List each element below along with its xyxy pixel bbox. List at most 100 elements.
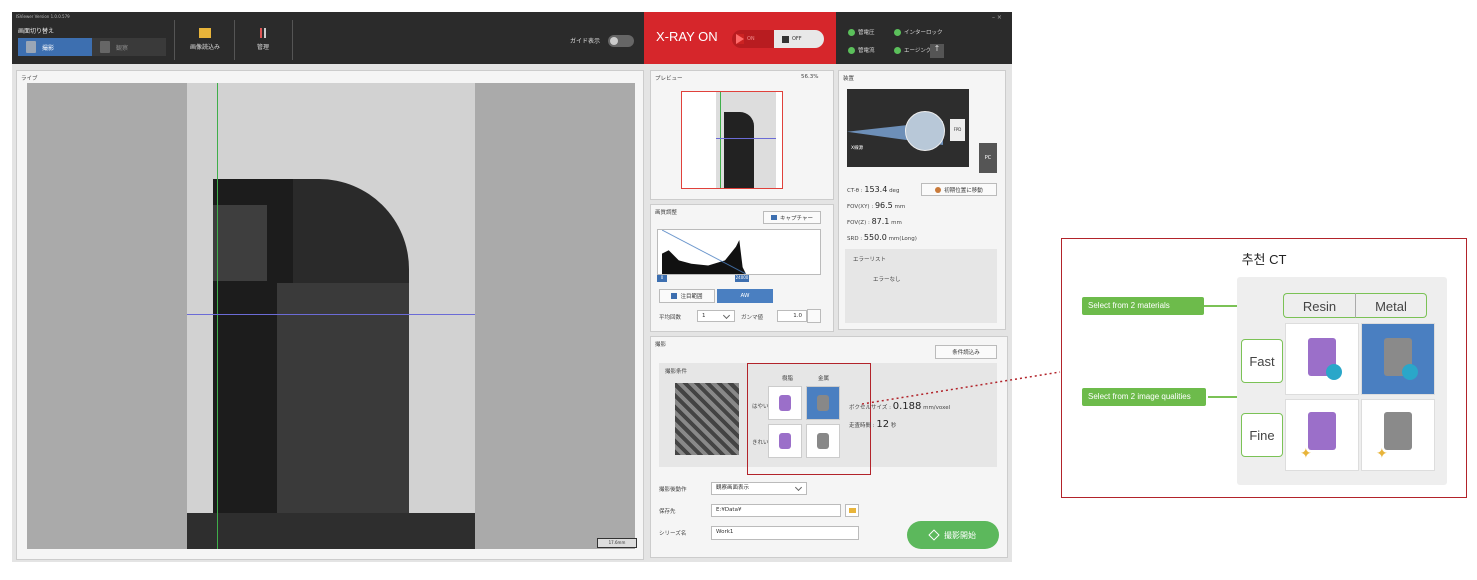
device-title: 装置: [843, 76, 855, 82]
window-controls[interactable]: – ×: [992, 14, 1002, 21]
cell-metal-fast[interactable]: [806, 386, 840, 420]
cell-resin-fine[interactable]: [768, 424, 802, 458]
zoom-row-fast[interactable]: Fast: [1241, 339, 1283, 383]
status-current: 管電流: [848, 46, 875, 54]
xray-status-label: X-RAY ON: [656, 29, 718, 44]
tone-curve: [662, 230, 746, 274]
fovxy-label: FOV(XY): [847, 204, 870, 210]
xray-on-label: ON: [747, 36, 755, 42]
aw-button[interactable]: AW: [717, 289, 773, 303]
resin-fine-icon: [1308, 412, 1336, 450]
cell-metal-fine[interactable]: [806, 424, 840, 458]
xray-on-button[interactable]: ON: [732, 30, 774, 48]
zoom-tab-metal[interactable]: Metal: [1355, 293, 1427, 318]
check-icon: [894, 28, 901, 36]
zoom-cell-resin-fine[interactable]: ✦: [1285, 399, 1359, 471]
fovz-unit: mm: [891, 220, 902, 226]
live-panel: ライブ 17.6mm: [16, 70, 644, 560]
fov-z: FOV(Z) : 87.1 mm: [847, 217, 902, 226]
histogram[interactable]: [657, 229, 821, 275]
shoot-title: 撮影: [655, 342, 667, 348]
check-icon: [894, 46, 901, 54]
image-adjust-panel: 画質調整 キャプチャー 0 24000 注目範囲 AW 平均回数 1 ガンマ値 …: [650, 204, 834, 332]
gamma-stepper[interactable]: [807, 309, 821, 323]
hist-max[interactable]: 24000: [735, 275, 749, 282]
guide-toggle[interactable]: [608, 35, 634, 47]
row-fast: はやい: [752, 404, 769, 410]
metal-fine-icon: [1384, 412, 1412, 450]
guide-line-vertical: [720, 92, 721, 188]
device-panel: 装置 FPD X線源 PC CT-θ : 153.4 deg 初期位置に移動 F…: [838, 70, 1006, 330]
sample-stage: [905, 111, 945, 151]
load-condition-button[interactable]: 条件読込み: [935, 345, 997, 359]
stop-icon: [782, 35, 789, 43]
sparkle-icon: ✦: [1376, 446, 1388, 462]
pc-label: PC: [979, 143, 997, 173]
status-voltage: 管電圧: [848, 28, 875, 36]
guide-line-horizontal: [716, 138, 776, 139]
sample-base: [187, 513, 475, 549]
save-path-input[interactable]: E:¥Data¥: [711, 504, 841, 517]
aging-run-button[interactable]: ↑: [930, 44, 944, 58]
time-label: 走査時間: [849, 423, 872, 429]
gamma-input[interactable]: 1.0: [777, 310, 807, 322]
top-toolbar: ISViewer Version 1.0.0.579 – × 画面切り替え 撮影…: [12, 12, 1012, 64]
callout-line: [861, 371, 1061, 405]
live-image[interactable]: 17.6mm: [27, 83, 637, 549]
mode-capture-button[interactable]: 撮影: [18, 38, 92, 56]
fovxy-value: 96.5: [874, 201, 893, 210]
fovxy-unit: mm: [894, 204, 906, 210]
load-image-button[interactable]: 画像読込み: [176, 26, 234, 60]
time-value: 12: [876, 419, 890, 430]
manage-button[interactable]: 管理: [234, 26, 292, 60]
shoot-condition-title: 撮影条件: [665, 369, 688, 375]
zoom-row-fine[interactable]: Fine: [1241, 413, 1283, 457]
aw-label: AW: [740, 293, 750, 299]
roi-button[interactable]: 注目範囲: [659, 289, 715, 303]
zoom-tab-resin[interactable]: Resin: [1283, 293, 1355, 318]
status-label: インターロック: [904, 30, 943, 36]
after-select[interactable]: 観察画面表示: [711, 482, 807, 495]
error-list: エラーリスト エラーなし: [845, 249, 997, 323]
error-list-title: エラーリスト: [853, 257, 887, 263]
start-shoot-label: 撮影開始: [944, 530, 976, 540]
fov-xy: FOV(XY) : 96.5 mm: [847, 201, 906, 210]
avg-label: 平均回数: [659, 315, 682, 321]
preview-panel: プレビュー 56.3%: [650, 70, 834, 200]
zoom-cell-metal-fine[interactable]: ✦: [1361, 399, 1435, 471]
roi-icon: [671, 293, 678, 299]
divider: [292, 20, 293, 60]
series-input[interactable]: Work1: [711, 526, 859, 540]
document-icon: [26, 41, 36, 53]
zoom-cell-metal-fast[interactable]: [1361, 323, 1435, 395]
image-adjust-title: 画質調整: [655, 210, 678, 216]
status-aging: エージング: [894, 46, 931, 54]
cell-resin-fast[interactable]: [768, 386, 802, 420]
avg-select[interactable]: 1: [697, 310, 735, 322]
materials-tag: Select from 2 materials: [1082, 297, 1204, 315]
window-title: ISViewer Version 1.0.0.579: [16, 14, 70, 19]
preview-image[interactable]: [681, 91, 783, 189]
browse-folder-button[interactable]: [845, 504, 859, 517]
mode-observe-button[interactable]: 観察: [92, 38, 166, 56]
mode-capture-label: 撮影: [42, 44, 55, 52]
ct-theta: CT-θ : 153.4 deg: [847, 185, 900, 194]
home-position-button[interactable]: 初期位置に移動: [921, 183, 997, 196]
col-metal: 金属: [818, 376, 830, 382]
load-image-label: 画像読込み: [189, 44, 220, 51]
capture-button[interactable]: キャプチャー: [763, 211, 821, 224]
screen-switch-label: 画面切り替え: [18, 28, 55, 35]
zoom-caption: 추천 CT: [1241, 252, 1287, 267]
scale-bar: 17.6mm: [597, 538, 637, 548]
save-label: 保存先: [659, 509, 676, 515]
xray-panel: X-RAY ON ON OFF: [644, 12, 836, 64]
xray-off-button[interactable]: OFF: [774, 30, 824, 48]
srd-label: SRD: [847, 236, 859, 242]
guide-line-horizontal: [187, 314, 475, 315]
check-icon: [848, 28, 855, 36]
qualities-tag: Select from 2 image qualities: [1082, 388, 1206, 406]
start-shoot-button[interactable]: 撮影開始: [907, 521, 999, 549]
hist-min[interactable]: 0: [657, 275, 667, 282]
zoom-cell-resin-fast[interactable]: [1285, 323, 1359, 395]
status-interlock: インターロック: [894, 28, 943, 36]
